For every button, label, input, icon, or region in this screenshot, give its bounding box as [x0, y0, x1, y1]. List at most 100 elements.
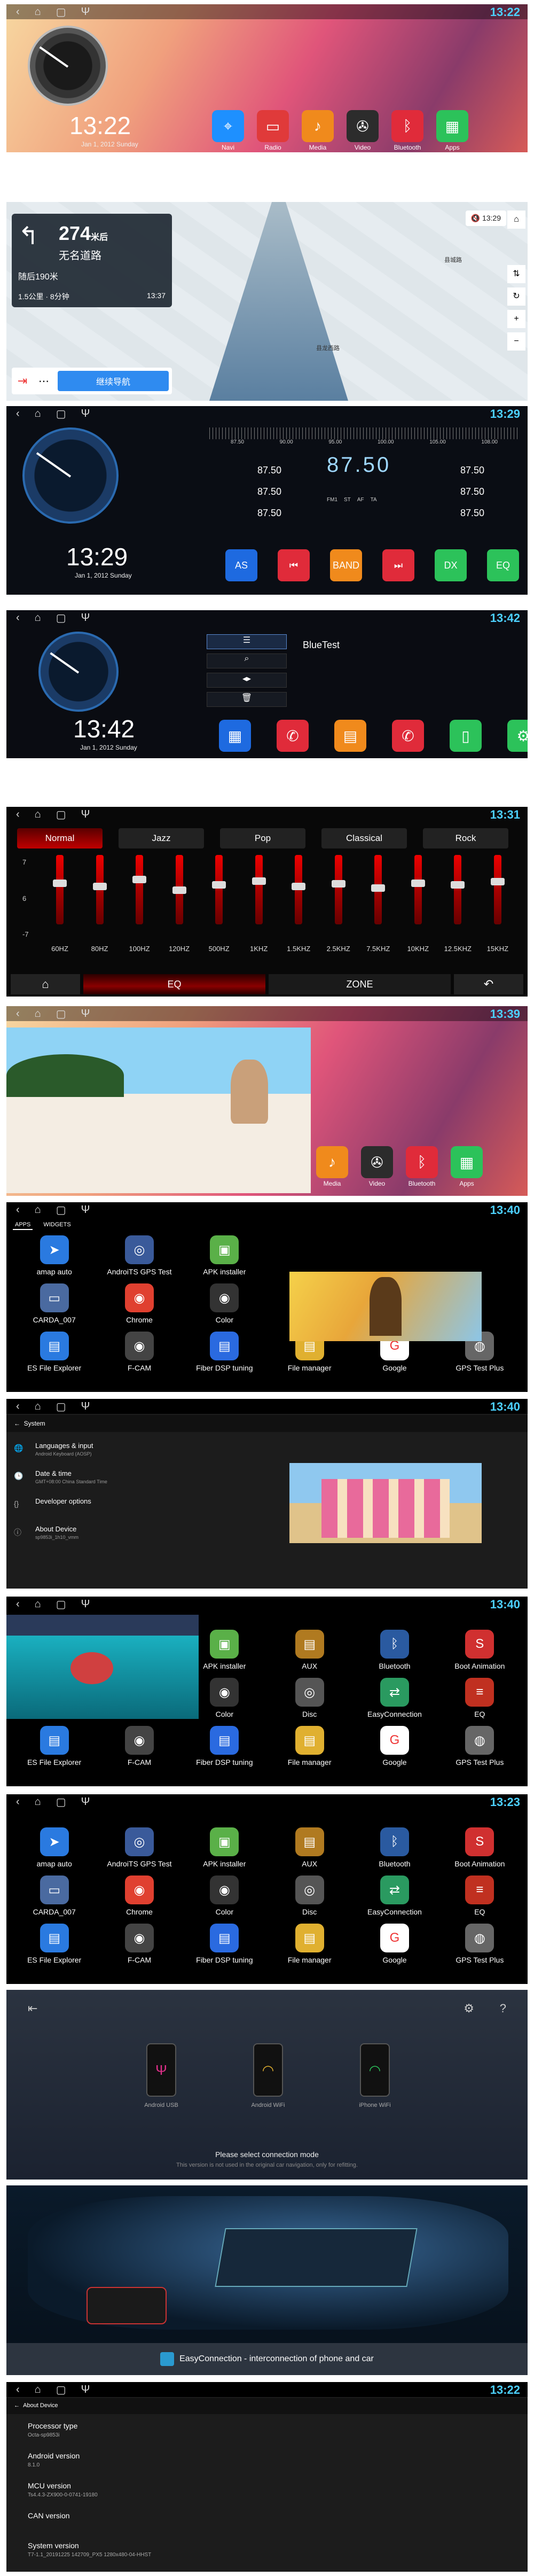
preset-button[interactable]: 87.50 — [460, 486, 484, 497]
floating-video[interactable] — [289, 1463, 482, 1543]
app-video[interactable]: ✇ Video — [347, 110, 379, 151]
app-bluetooth[interactable]: ᛒ Bluetooth — [391, 110, 423, 151]
connection-option[interactable]: ◠ Android WiFi — [241, 2043, 295, 2108]
eq-slider-knob[interactable] — [331, 880, 345, 888]
app-navi[interactable]: ⌖ Navi — [212, 110, 244, 151]
eq-slider-track[interactable] — [172, 855, 186, 924]
exit-icon[interactable]: ⇥ — [12, 374, 33, 388]
home-icon[interactable]: ⌂ — [35, 1400, 41, 1413]
eq-slider-knob[interactable] — [292, 883, 306, 890]
home-icon[interactable]: ⌂ — [35, 408, 41, 420]
preset-button[interactable]: 87.50 — [460, 465, 484, 476]
phone-button[interactable]: ▯ — [450, 720, 482, 752]
app-aux[interactable]: ▤ AUX — [267, 1827, 352, 1868]
connection-option[interactable]: Ψ Android USB — [135, 2043, 188, 2108]
prev-button[interactable]: ⏮ — [278, 549, 310, 581]
video-window[interactable] — [6, 1028, 311, 1193]
tab-apps[interactable]: APPS — [13, 1220, 33, 1230]
eq-preset-classical[interactable]: Classical — [321, 828, 407, 849]
app-boot-animation[interactable]: S Boot Animation — [437, 1827, 522, 1868]
settings-icon[interactable]: ⚙ — [464, 2002, 474, 2015]
settings-item[interactable]: 🕒 Date & time GMT+08:00 China Standard Tim… — [14, 1469, 270, 1497]
recent-icon[interactable]: ▢ — [56, 2383, 66, 2396]
app-color[interactable]: ◉ Color — [182, 1875, 267, 1916]
app-androits-gps-test[interactable]: ◎ AndroiTS GPS Test — [97, 1235, 182, 1276]
eq-slider-knob[interactable] — [212, 881, 226, 889]
list-icon[interactable]: ☰ — [207, 634, 287, 649]
app-media[interactable]: ♪ Media — [316, 1146, 348, 1187]
mute-icon[interactable]: 🔇 — [471, 214, 480, 222]
eq-slider-knob[interactable] — [490, 877, 505, 885]
eq-band[interactable]: 60HZ — [44, 855, 76, 962]
eq-band[interactable]: 12.5KHZ — [442, 855, 474, 962]
eq-preset-rock[interactable]: Rock — [423, 828, 508, 849]
app-gps-test-plus[interactable]: ◍ GPS Test Plus — [437, 1726, 522, 1766]
eq-slider-track[interactable] — [451, 855, 465, 924]
hangup-button[interactable]: ✆ — [392, 720, 424, 752]
tab-widgets[interactable]: WIDGETS — [41, 1220, 73, 1230]
eq-band[interactable]: 7.5KHZ — [362, 855, 394, 962]
eq-slider-track[interactable] — [371, 855, 386, 924]
app-easyconnection[interactable]: ⇄ EasyConnection — [352, 1678, 437, 1718]
eq-slider-track[interactable] — [132, 855, 147, 924]
eq-slider-track[interactable] — [411, 855, 425, 924]
eq-preset-normal[interactable]: Normal — [17, 828, 103, 849]
app-es-file-explorer[interactable]: ▤ ES File Explorer — [12, 1332, 97, 1372]
recent-icon[interactable]: ▢ — [56, 808, 66, 821]
app-boot-animation[interactable]: S Boot Animation — [437, 1630, 522, 1670]
recent-icon[interactable]: ▢ — [56, 1007, 66, 1021]
exit-icon[interactable]: ⇤ — [28, 2002, 37, 2015]
eq-band[interactable]: 500HZ — [203, 855, 235, 962]
eq-band[interactable]: 1KHZ — [243, 855, 275, 962]
app-chrome[interactable]: ◉ Chrome — [97, 1875, 182, 1916]
back-icon[interactable]: ‹ — [16, 1204, 20, 1216]
connection-option[interactable]: ◠ iPhone WiFi — [348, 2043, 402, 2108]
eq-slider-track[interactable] — [92, 855, 107, 924]
back-icon[interactable]: ‹ — [16, 612, 20, 624]
eq-slider-knob[interactable] — [53, 879, 67, 887]
eq-band[interactable]: 2.5KHZ — [323, 855, 355, 962]
app-apk-installer[interactable]: ▣ APK installer — [182, 1827, 267, 1868]
app-bluetooth[interactable]: ᛒ Bluetooth — [352, 1827, 437, 1868]
eq-slider-track[interactable] — [292, 855, 306, 924]
settings-item[interactable]: ⓘ About Device sp9853i_1h10_vmm — [14, 1525, 270, 1553]
app-file-manager[interactable]: ▤ File manager — [267, 1924, 352, 1964]
dx-button[interactable]: DX — [435, 549, 467, 581]
app-google[interactable]: G Google — [352, 1726, 437, 1766]
zoom-in-button[interactable]: + — [507, 310, 525, 328]
back-icon[interactable]: ‹ — [16, 408, 20, 420]
floating-video[interactable] — [289, 1272, 482, 1341]
keypad-button[interactable]: ▦ — [219, 720, 251, 752]
settings-button[interactable]: ⚙ — [507, 720, 528, 752]
app-androits-gps-test[interactable]: ◎ AndroiTS GPS Test — [97, 1827, 182, 1868]
back-icon[interactable]: ‹ — [16, 1008, 20, 1020]
preset-button[interactable]: 87.50 — [257, 486, 281, 497]
eq-slider-knob[interactable] — [132, 876, 147, 883]
app-easyconnection[interactable]: ⇄ EasyConnection — [352, 1875, 437, 1916]
app-apps[interactable]: ▦ Apps — [436, 110, 468, 151]
refresh-button[interactable]: ↻ — [507, 287, 525, 306]
app-f-cam[interactable]: ◉ F-CAM — [97, 1332, 182, 1372]
call-log-button[interactable]: ✆ — [277, 720, 309, 752]
recent-icon[interactable]: ▢ — [56, 1598, 66, 1611]
back-icon[interactable]: ‹ — [16, 1598, 20, 1610]
recent-icon[interactable]: ▢ — [56, 407, 66, 421]
home-icon[interactable]: ⌂ — [35, 1796, 41, 1808]
band-button[interactable]: BAND — [330, 549, 362, 581]
app-radio[interactable]: ▭ Radio — [257, 110, 289, 151]
home-button[interactable]: ⌂ — [11, 974, 80, 994]
app-fiber-dsp-tuning[interactable]: ▤ Fiber DSP tuning — [182, 1924, 267, 1964]
app-apps[interactable]: ▦ Apps — [451, 1146, 483, 1187]
next-button[interactable]: ⏭ — [382, 549, 414, 581]
eq-slider-track[interactable] — [252, 855, 266, 924]
back-icon[interactable]: ‹ — [16, 6, 20, 18]
eq-tab[interactable]: EQ — [83, 974, 265, 994]
preset-button[interactable]: 87.50 — [257, 465, 281, 476]
app-eq[interactable]: ≡ EQ — [437, 1678, 522, 1718]
app-chrome[interactable]: ◉ Chrome — [97, 1283, 182, 1324]
more-icon[interactable]: ⋯ — [33, 375, 54, 388]
home-icon[interactable]: ⌂ — [35, 808, 41, 821]
home-icon[interactable]: ⌂ — [35, 2384, 41, 2396]
app-disc[interactable]: ◎ Disc — [267, 1875, 352, 1916]
app-video[interactable]: ✇ Video — [361, 1146, 393, 1187]
